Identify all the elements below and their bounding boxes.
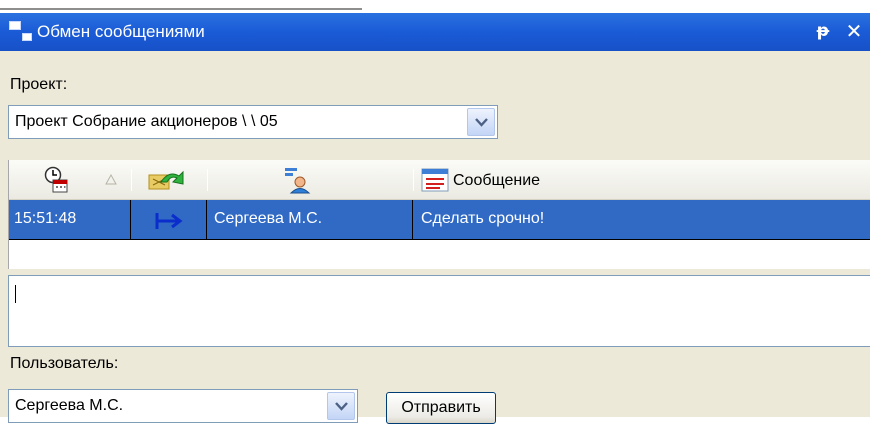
arrows-exchange-icon — [148, 170, 184, 190]
column-header-direction[interactable] — [133, 160, 207, 200]
user-card-icon — [285, 168, 311, 194]
cell-user: Сергеева М.С. — [207, 200, 413, 240]
send-button[interactable]: Отправить — [386, 392, 496, 424]
user-select-value: Сергеева М.С. — [15, 397, 124, 414]
project-select-value: Проект Собрание акционеров \ \ 05 — [15, 113, 278, 130]
column-header-time[interactable] — [9, 160, 131, 200]
text-caret — [15, 285, 16, 303]
messaging-panel: Обмен сообщениями ᵽ ✕ Проект: Проект Соб… — [0, 13, 870, 424]
clock-calendar-icon — [44, 166, 68, 193]
cell-message: Сделать срочно! — [413, 200, 870, 240]
cell-direction — [131, 200, 207, 240]
column-header-user[interactable] — [209, 160, 413, 200]
window-title: Обмен сообщениями — [37, 22, 205, 41]
table-row[interactable]: 15:51:48 Сергеева М.С. Сделать срочно! — [9, 200, 870, 240]
outgoing-arrow-icon — [155, 213, 183, 229]
title-bar[interactable]: Обмен сообщениями ᵽ ✕ — [0, 13, 870, 51]
user-select[interactable]: Сергеева М.С. — [8, 389, 358, 423]
message-list-icon — [421, 168, 449, 192]
chevron-down-icon[interactable] — [327, 392, 355, 420]
table-header: Сообщение — [9, 160, 870, 200]
user-label: Пользователь: — [10, 355, 119, 372]
project-select[interactable]: Проект Собрание акционеров \ \ 05 — [8, 105, 498, 139]
table-empty-area — [9, 240, 870, 269]
messages-table: Сообщение 15:51:48 Сергеева М.С. Сделать… — [8, 160, 870, 269]
message-input[interactable] — [8, 275, 870, 347]
app-windows-icon — [8, 19, 34, 45]
pin-icon[interactable]: ᵽ — [812, 20, 834, 42]
divider — [0, 8, 362, 10]
top-strip — [0, 0, 870, 12]
chevron-down-icon[interactable] — [467, 108, 495, 136]
message-column-label: Сообщение — [453, 172, 541, 189]
column-header-message[interactable]: Сообщение — [415, 160, 870, 200]
sort-arrow-icon — [105, 174, 117, 185]
project-label: Проект: — [10, 76, 68, 93]
cell-time: 15:51:48 — [9, 200, 131, 240]
close-icon[interactable]: ✕ — [843, 20, 865, 42]
